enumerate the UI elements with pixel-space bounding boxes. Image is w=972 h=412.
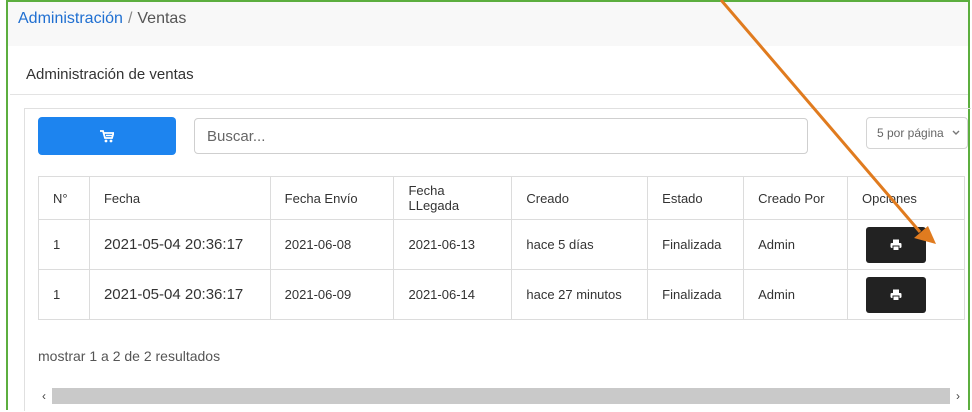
column-header-numero: N°: [38, 176, 90, 220]
breadcrumb-bar: Administración / Ventas: [8, 2, 968, 46]
cell-fecha-llegada: 2021-06-13: [393, 219, 513, 270]
cell-fecha-envio: 2021-06-09: [269, 269, 395, 320]
per-page-select[interactable]: 5 por página: [866, 117, 968, 149]
cell-creado-por: Admin: [743, 219, 849, 270]
print-icon: [890, 239, 902, 251]
print-button[interactable]: [866, 276, 927, 313]
scrollbar-thumb[interactable]: [52, 388, 950, 404]
breadcrumb: Administración / Ventas: [18, 10, 186, 28]
table-row: 1 2021-05-04 20:36:17 2021-06-09 2021-06…: [38, 269, 965, 320]
table-header-row: N° Fecha Fecha Envío Fecha LLegada Cread…: [38, 176, 965, 220]
cell-fecha-llegada: 2021-06-14: [393, 269, 513, 320]
pagination-summary: mostrar 1 a 2 de 2 resultados: [38, 348, 221, 364]
column-header-creado-por: Creado Por: [743, 176, 849, 220]
breadcrumb-separator: /: [127, 10, 133, 27]
page-title: Administración de ventas: [26, 66, 194, 83]
table-row: 1 2021-05-04 20:36:17 2021-06-08 2021-06…: [38, 219, 965, 270]
breadcrumb-current: Ventas: [137, 10, 187, 27]
cell-creado: hace 5 días: [511, 219, 649, 270]
print-icon: [890, 289, 902, 301]
scroll-right-icon[interactable]: ›: [950, 389, 966, 403]
cell-fecha: 2021-05-04 20:36:17: [88, 219, 271, 270]
sales-table: N° Fecha Fecha Envío Fecha LLegada Cread…: [38, 176, 965, 320]
cell-estado: Finalizada: [647, 219, 745, 270]
cell-creado-por: Admin: [743, 269, 849, 320]
column-header-creado: Creado: [511, 176, 649, 220]
print-button[interactable]: [866, 226, 927, 263]
per-page-value: 5 por página: [877, 126, 944, 140]
cell-estado: Finalizada: [647, 269, 745, 320]
new-sale-button[interactable]: [38, 117, 176, 155]
cell-numero: 1: [38, 269, 90, 320]
chevron-down-icon: [952, 130, 960, 135]
cell-opciones: [847, 269, 965, 320]
column-header-fecha: Fecha: [88, 176, 271, 220]
column-header-opciones: Opciones: [847, 176, 965, 220]
cell-fecha: 2021-05-04 20:36:17: [88, 269, 271, 320]
cell-fecha-envio: 2021-06-08: [269, 219, 395, 270]
column-header-fecha-llegada: Fecha LLegada: [393, 176, 513, 220]
column-header-estado: Estado: [647, 176, 745, 220]
scroll-left-icon[interactable]: ‹: [36, 389, 52, 403]
cell-creado: hace 27 minutos: [511, 269, 649, 320]
card-header: Administración de ventas: [10, 56, 968, 95]
cart-icon: [100, 129, 114, 142]
search-input[interactable]: [194, 118, 808, 154]
breadcrumb-link-administracion[interactable]: Administración: [18, 10, 123, 27]
horizontal-scrollbar[interactable]: ‹ ›: [36, 388, 966, 404]
cell-numero: 1: [38, 219, 90, 270]
cell-opciones: [847, 219, 965, 270]
column-header-fecha-envio: Fecha Envío: [269, 176, 395, 220]
